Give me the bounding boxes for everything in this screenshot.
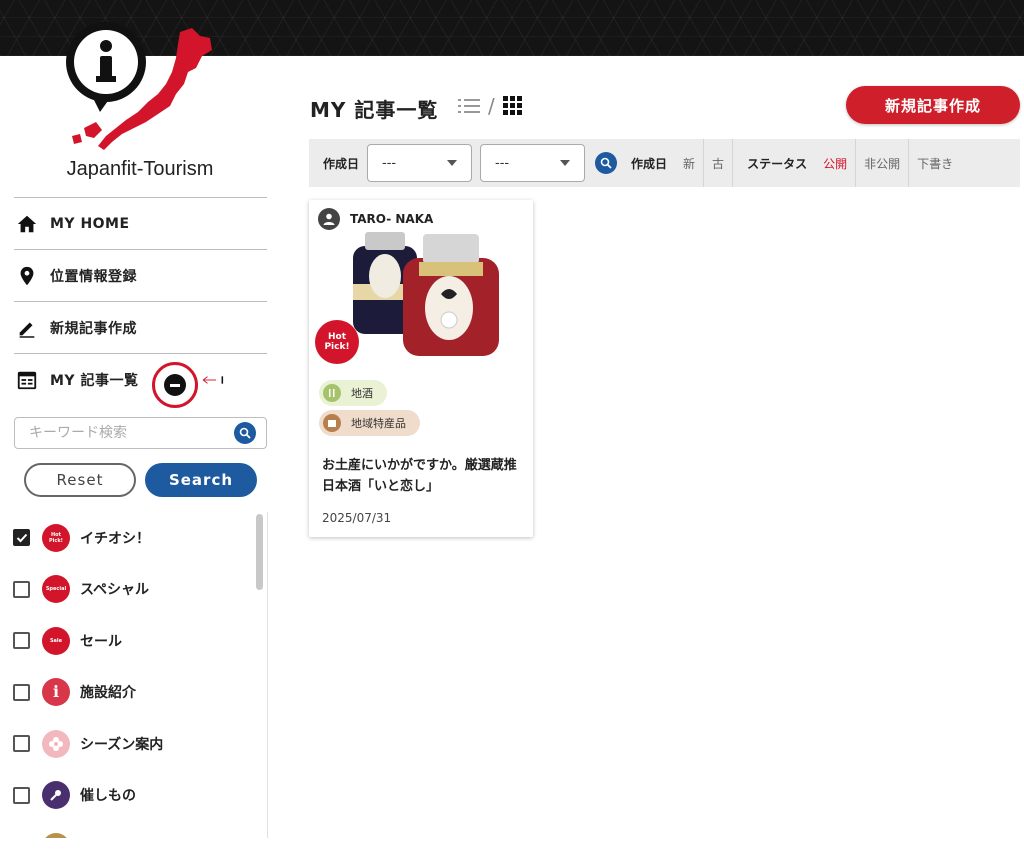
search-icon[interactable]	[234, 422, 256, 444]
filter-bar: 作成日 --- --- 作成日 新 古 ステータス 公開 非公開 下書き	[309, 139, 1020, 187]
category-item[interactable]: シーズン案内	[0, 718, 267, 770]
hot-pick-badge: Hot Pick!	[315, 320, 359, 364]
category-item[interactable]: 催しもの	[0, 770, 267, 822]
nav-item-my-home[interactable]: MY HOME	[14, 197, 267, 249]
article-card[interactable]: TARO- NAKA Hot Pick! 地酒 地域特産品 お土産にいかがですか…	[309, 200, 533, 537]
calendar-list-icon	[17, 371, 37, 389]
category-checkbox[interactable]	[13, 735, 30, 753]
nav-item-my-articles[interactable]: MY 記事一覧	[14, 353, 267, 408]
sale-badge-icon: Sale	[42, 626, 70, 655]
sidebar-nav: MY HOME 位置情報登録 新規記事作成 MY 記事一覧	[14, 197, 267, 408]
grid-view-icon[interactable]	[502, 96, 523, 116]
divider	[732, 139, 734, 187]
category-label: 催しもの	[80, 788, 136, 805]
date-filter-label: 作成日	[323, 156, 360, 171]
location-pin-icon	[20, 266, 34, 285]
category-item[interactable]: i 施設紹介	[0, 667, 267, 719]
category-item[interactable]	[0, 821, 267, 838]
date-to-select[interactable]: ---	[480, 144, 586, 182]
category-label: イチオシ！	[80, 530, 150, 547]
category-checkbox[interactable]	[13, 632, 30, 650]
nav-item-label: MY HOME	[50, 215, 130, 232]
category-checkbox[interactable]	[13, 683, 30, 701]
japan-map-logo-icon[interactable]	[60, 10, 220, 160]
list-view-icon[interactable]	[458, 97, 480, 115]
page-title: MY 記事一覧	[310, 98, 439, 122]
nav-item-label: 新規記事作成	[50, 320, 137, 337]
category-badge-icon	[42, 832, 70, 838]
keyword-search-input[interactable]	[15, 419, 234, 447]
date-from-select[interactable]: ---	[367, 144, 473, 182]
card-author: TARO- NAKA	[318, 208, 433, 230]
category-scrollbar[interactable]	[256, 514, 263, 590]
collapse-highlight-circle	[152, 362, 198, 408]
nav-item-location-register[interactable]: 位置情報登録	[14, 249, 267, 301]
home-icon	[17, 215, 37, 232]
utensils-icon	[323, 384, 341, 402]
status-private-option[interactable]: 非公開	[856, 139, 908, 187]
author-name: TARO- NAKA	[350, 212, 434, 226]
minus-icon	[170, 383, 180, 387]
reset-button[interactable]: Reset	[24, 463, 136, 497]
caret-down-icon	[560, 160, 571, 166]
check-icon	[16, 533, 27, 543]
article-title[interactable]: お土産にいかがですか。厳選蔵推日本酒「いと恋し」	[322, 455, 522, 497]
hot-pick-badge-icon: Hot Pick!	[42, 523, 70, 552]
category-label: セール	[80, 633, 122, 650]
gift-box-icon	[323, 414, 341, 432]
caret-down-icon	[447, 160, 458, 166]
collapse-minus-button[interactable]	[164, 374, 186, 396]
category-checkbox[interactable]	[13, 529, 30, 547]
category-item[interactable]: Hot Pick! イチオシ！	[0, 512, 267, 564]
sake-bottles-image	[353, 232, 499, 356]
filter-search-icon[interactable]	[595, 152, 618, 174]
category-list[interactable]: Hot Pick! イチオシ！ Special スペシャル Sale セール i …	[0, 512, 268, 838]
avatar-icon	[318, 208, 340, 230]
category-label: スペシャル	[80, 582, 150, 599]
brand-name: Japanfit-Tourism	[66, 158, 214, 180]
category-item[interactable]: Special スペシャル	[0, 564, 267, 616]
date-from-value: ---	[382, 155, 397, 171]
nav-item-label: 位置情報登録	[50, 268, 137, 285]
nav-item-label: MY 記事一覧	[50, 372, 139, 389]
special-badge-icon: Special	[42, 575, 70, 604]
sakura-badge-icon	[42, 729, 70, 758]
view-toggle: /	[458, 94, 523, 118]
status-draft-option[interactable]: 下書き	[909, 139, 961, 187]
sort-oldest-option[interactable]: 古	[704, 139, 732, 187]
category-label: シーズン案内	[80, 736, 164, 753]
date-to-value: ---	[495, 155, 510, 171]
category-label: 施設紹介	[80, 685, 136, 702]
pointer-arrow-icon	[202, 376, 224, 384]
tag-label: 地域特産品	[351, 417, 406, 430]
status-label: ステータス	[747, 156, 808, 171]
category-checkbox[interactable]	[13, 786, 30, 804]
sort-label: 作成日	[631, 156, 668, 171]
article-date: 2025/07/31	[322, 511, 392, 525]
keyword-search-box	[14, 417, 267, 449]
pencil-icon	[19, 322, 35, 338]
category-item[interactable]: Sale セール	[0, 615, 267, 667]
category-checkbox[interactable]	[13, 580, 30, 598]
search-button[interactable]: Search	[145, 463, 257, 497]
info-badge-icon: i	[42, 678, 70, 707]
view-separator: /	[488, 94, 495, 118]
microphone-badge-icon	[42, 781, 70, 810]
tag-local-sake[interactable]: 地酒	[319, 380, 387, 406]
tag-label: 地酒	[351, 387, 373, 400]
nav-item-new-article[interactable]: 新規記事作成	[14, 301, 267, 353]
sort-newest-option[interactable]: 新	[675, 139, 703, 187]
status-public-option[interactable]: 公開	[815, 139, 855, 187]
new-article-button[interactable]: 新規記事作成	[846, 86, 1020, 124]
tag-regional-specialty[interactable]: 地域特産品	[319, 410, 420, 436]
